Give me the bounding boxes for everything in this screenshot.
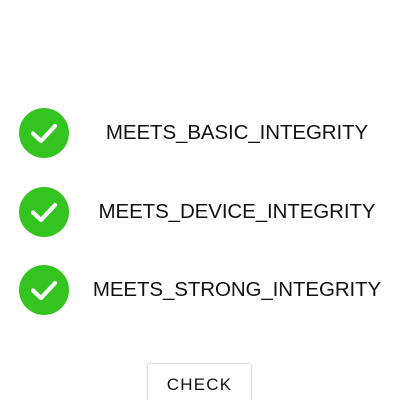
integrity-result-basic: MEETS_BASIC_INTEGRITY — [0, 107, 400, 159]
integrity-label-device: MEETS_DEVICE_INTEGRITY — [98, 200, 376, 223]
check-circle-icon — [19, 265, 69, 315]
integrity-result-strong: MEETS_STRONG_INTEGRITY — [0, 264, 400, 316]
check-circle-icon — [19, 108, 69, 158]
integrity-label-basic: MEETS_BASIC_INTEGRITY — [105, 121, 369, 144]
integrity-label-strong: MEETS_STRONG_INTEGRITY — [92, 278, 382, 301]
integrity-result-device: MEETS_DEVICE_INTEGRITY — [0, 186, 400, 238]
check-circle-icon — [19, 187, 69, 237]
check-button[interactable]: CHECK — [147, 363, 252, 400]
integrity-check-screen: MEETS_BASIC_INTEGRITY MEETS_DEVICE_INTEG… — [0, 0, 400, 400]
